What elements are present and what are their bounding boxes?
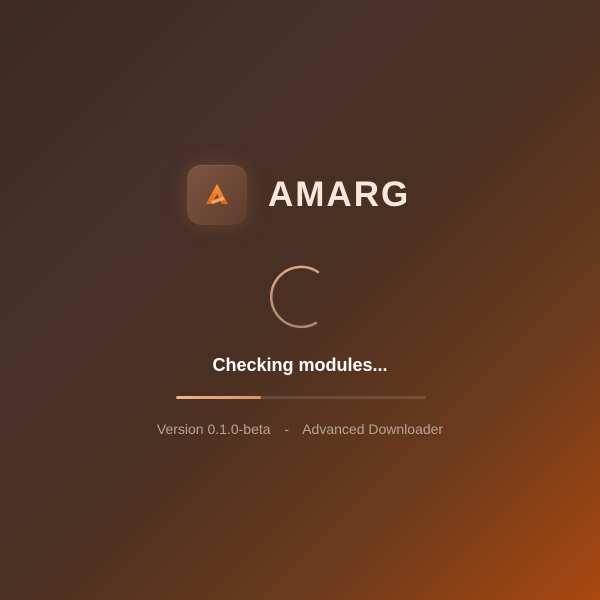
footer-info: Version 0.1.0-beta - Advanced Downloader bbox=[0, 421, 600, 437]
progress-bar bbox=[176, 396, 426, 399]
progress-bar-fill bbox=[176, 396, 261, 399]
app-tagline: Advanced Downloader bbox=[302, 421, 444, 437]
spinner-icon bbox=[270, 265, 320, 329]
loading-status: Checking modules... bbox=[212, 355, 388, 375]
version-label: Version 0.1.0-beta bbox=[156, 421, 271, 437]
app-logo bbox=[187, 165, 247, 225]
amarg-logo-icon bbox=[206, 184, 228, 204]
app-name: AMARG bbox=[268, 175, 411, 214]
splash-screen: AMARG Checking modules... Version 0.1.0-… bbox=[0, 0, 600, 600]
brand-header: AMARG bbox=[187, 165, 410, 225]
footer-separator: - bbox=[284, 421, 290, 437]
